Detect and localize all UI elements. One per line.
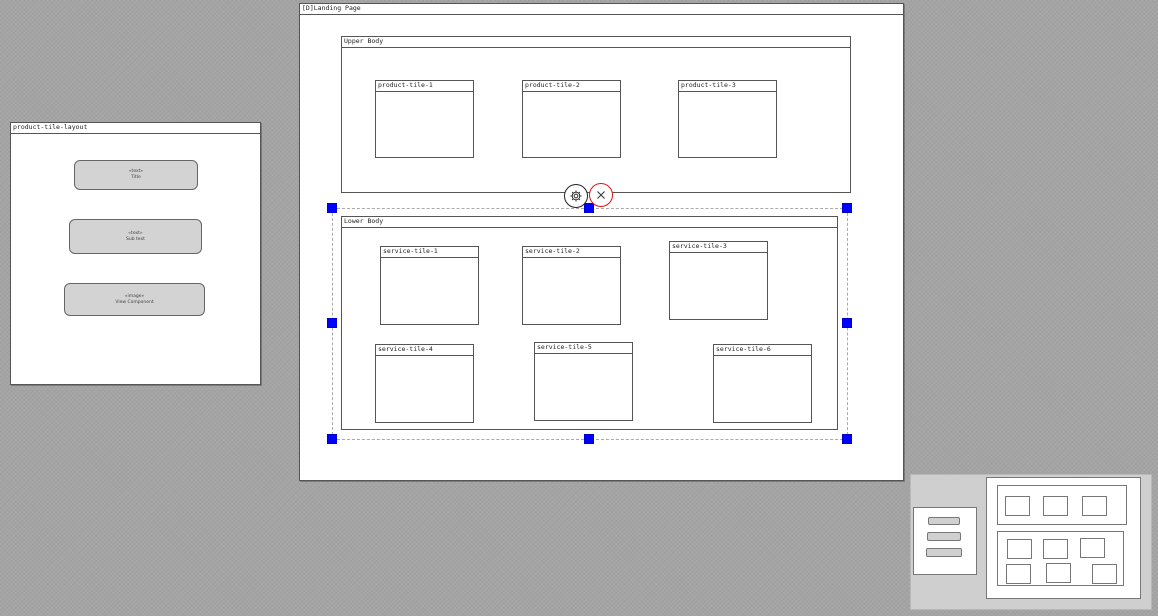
- minimap-tile: [1080, 538, 1105, 558]
- tile-title: service-tile-2: [523, 247, 620, 258]
- product-tile-layout-frame[interactable]: product-tile-layout «text» Title «text» …: [10, 122, 261, 385]
- tile-title: product-tile-1: [376, 81, 473, 92]
- resize-handle-top-center[interactable]: [584, 203, 594, 213]
- resize-handle-top-right[interactable]: [842, 203, 852, 213]
- product-tile-3[interactable]: product-tile-3: [678, 80, 777, 158]
- tile-title: product-tile-2: [523, 81, 620, 92]
- title-text-component[interactable]: «text» Title: [74, 160, 198, 190]
- component-label: Sub text: [126, 236, 145, 242]
- resize-handle-bottom-right[interactable]: [842, 434, 852, 444]
- minimap-tile: [1006, 564, 1031, 584]
- resize-handle-top-left[interactable]: [327, 203, 337, 213]
- close-icon: [597, 191, 605, 199]
- tile-title: service-tile-3: [670, 242, 767, 253]
- service-tile-3[interactable]: service-tile-3: [669, 241, 768, 320]
- service-tile-6[interactable]: service-tile-6: [713, 344, 812, 423]
- minimap-tile: [1082, 496, 1107, 516]
- tile-title: service-tile-4: [376, 345, 473, 356]
- sub-text-component[interactable]: «text» Sub text: [69, 219, 202, 254]
- gear-icon: [570, 190, 582, 202]
- product-tile-1[interactable]: product-tile-1: [375, 80, 474, 158]
- resize-handle-middle-left[interactable]: [327, 318, 337, 328]
- product-tile-2[interactable]: product-tile-2: [522, 80, 621, 158]
- minimap[interactable]: [910, 474, 1152, 610]
- container-title: Upper Body: [342, 37, 850, 48]
- service-tile-2[interactable]: service-tile-2: [522, 246, 621, 325]
- minimap-tile: [1043, 496, 1068, 516]
- component-label: View Component: [115, 299, 154, 305]
- tile-title: service-tile-1: [381, 247, 478, 258]
- frame-title: [D]Landing Page: [300, 4, 903, 15]
- minimap-tile: [1092, 564, 1117, 584]
- minimap-tile: [1046, 563, 1071, 583]
- service-tile-1[interactable]: service-tile-1: [380, 246, 479, 325]
- minimap-tile: [1007, 539, 1032, 559]
- frame-title: product-tile-layout: [11, 123, 260, 134]
- component-label: Title: [131, 175, 141, 180]
- minimap-tile: [1005, 496, 1030, 516]
- view-component[interactable]: «image» View Component: [64, 283, 205, 316]
- delete-button[interactable]: [589, 183, 613, 207]
- resize-handle-middle-right[interactable]: [842, 318, 852, 328]
- minimap-pill: [926, 548, 962, 557]
- resize-handle-bottom-center[interactable]: [584, 434, 594, 444]
- minimap-pill: [928, 517, 960, 525]
- tile-title: service-tile-6: [714, 345, 811, 356]
- resize-handle-bottom-left[interactable]: [327, 434, 337, 444]
- service-tile-4[interactable]: service-tile-4: [375, 344, 474, 423]
- minimap-pill: [927, 532, 961, 541]
- container-title: Lower Body: [342, 217, 837, 228]
- service-tile-5[interactable]: service-tile-5: [534, 342, 633, 421]
- minimap-tile: [1043, 539, 1068, 559]
- settings-button[interactable]: [564, 184, 588, 208]
- tile-title: service-tile-5: [535, 343, 632, 354]
- tile-title: product-tile-3: [679, 81, 776, 92]
